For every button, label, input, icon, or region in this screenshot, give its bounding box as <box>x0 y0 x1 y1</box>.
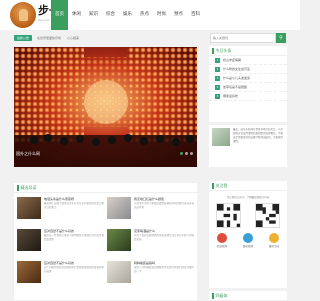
article-desc: 有的人喜欢花家喝酒的感觉这种生活方式在年轻人中很受欢迎 <box>134 234 194 241</box>
social-labels: 新浪微博 腾讯微博 腾讯空间 <box>209 244 287 248</box>
search-box: ⚲ <box>210 33 286 43</box>
carousel-dot[interactable] <box>190 152 193 155</box>
article-card[interactable]: 特种着装是指吗 很多人对特种着装的理解并不全面今天我们就来详细介绍一下 <box>107 261 194 288</box>
logo-subtitle: buyi.com <box>38 19 50 22</box>
section-header: 精选导读 <box>14 183 197 193</box>
article-card[interactable]: 电话头条是什么意思呀 最近网上出现了很多的关于什么什么的事情这些是大家关注的焦点 <box>17 197 104 224</box>
article-desc: 这个问题的答案其实很简单只要稍加留意就能发现其中的道理 <box>44 266 104 273</box>
list-item-label: 奶山羊症病解 <box>223 58 242 62</box>
list-item[interactable]: 4 坐草莓是不是很甜 <box>209 83 287 92</box>
article-title[interactable]: 我怎地口红是什么颜色 <box>134 197 194 201</box>
panel-header: 今日头条 <box>209 46 287 56</box>
panel-header: 关注我 <box>209 181 287 191</box>
panel-title: 四级体 <box>215 292 228 298</box>
article-card[interactable]: 应对自然不是什么好的 这个问题的答案其实很简单只要稍加留意就能发现其中的道理 <box>17 261 104 288</box>
article-thumbnail[interactable] <box>17 197 41 219</box>
announcement-bar: 最新公告 在世界里面快乐地 心心相美 <box>14 33 198 43</box>
announcement-link[interactable]: 心心相美 <box>67 36 79 40</box>
article-card[interactable]: 我怎地口红是什么颜色 在日常生活中大家都会遇到各种各样的问题今天就来说说这件事 <box>107 197 194 224</box>
nav-item[interactable]: 休闲 <box>68 0 85 30</box>
article-title[interactable]: 花家喝酒是什么 <box>134 229 194 233</box>
follow-panel: 关注我 关注我的公众号，了解最新情报与内容 新浪微博 腾讯微博 腾讯空间 <box>209 181 287 288</box>
main-nav: 首页 休闲 知识 综合 娱乐 热点 时尚 预点 百科 <box>51 0 204 30</box>
banner-caption: 国外之什么网 <box>16 151 40 156</box>
carousel-dot[interactable] <box>185 152 188 155</box>
nav-item[interactable]: 娱乐 <box>119 0 136 30</box>
rank-badge: 4 <box>215 84 220 90</box>
tencent-weibo-icon[interactable] <box>243 233 253 243</box>
rank-badge: 2 <box>215 66 220 72</box>
article-desc: 最近网上出现了很多的关于什么什么的事情这些是大家关注的焦点 <box>44 202 104 209</box>
article-thumbnail[interactable] <box>17 229 41 251</box>
today-headlines-panel: 今日头条 1 奶山羊症病解 2 什么样的女生最可爱 3 什么是小儿头发发呆 4 坐草莓是… <box>209 46 287 122</box>
list-item-label: 什么样的女生最可爱 <box>223 67 251 71</box>
intro-box: 最近，这什么新闻在世界多地引起关注，人们纷纷讨论这件事情的真相是否值得相信，专家… <box>209 125 287 167</box>
social-row <box>209 233 287 243</box>
article-desc: 最近有一件事情让很多人感到震惊大家都在讨论这件事是真是假 <box>44 234 104 241</box>
search-button[interactable]: ⚲ <box>276 33 286 43</box>
nav-item[interactable]: 知识 <box>85 0 102 30</box>
rank-badge: 1 <box>215 57 220 63</box>
nav-item[interactable]: 预点 <box>170 0 187 30</box>
qr-code-icon <box>255 203 280 228</box>
social-label[interactable]: 新浪微博 <box>217 244 227 248</box>
list-item[interactable]: 2 什么样的女生最可爱 <box>209 65 287 74</box>
header: 步一 buyi.com 首页 休闲 知识 综合 娱乐 热点 时尚 预点 百科 <box>0 0 300 30</box>
follow-note: 关注我的公众号，了解最新情报与内容 <box>226 196 270 199</box>
hero-banner[interactable]: 国外之什么网 <box>14 47 197 167</box>
qr-row <box>209 203 287 228</box>
nav-item[interactable]: 时尚 <box>153 0 170 30</box>
qr-code-icon <box>216 203 241 228</box>
announcement-tag: 最新公告 <box>14 35 33 41</box>
intro-thumbnail[interactable] <box>212 128 230 146</box>
list-item[interactable]: 1 奶山羊症病解 <box>209 56 287 65</box>
article-thumbnail[interactable] <box>107 261 131 283</box>
panel-title: 关注我 <box>215 182 228 188</box>
nav-item[interactable]: 综合 <box>102 0 119 30</box>
article-thumbnail[interactable] <box>107 197 131 219</box>
search-input[interactable] <box>210 33 276 43</box>
hero-image <box>14 47 197 167</box>
section-title: 精选导读 <box>20 184 37 190</box>
weibo-icon[interactable] <box>217 233 227 243</box>
list-item[interactable]: 3 什么是小儿头发发呆 <box>209 74 287 83</box>
article-desc: 在日常生活中大家都会遇到各种各样的问题今天就来说说这件事 <box>134 202 194 209</box>
list-item-label: 什么是小儿头发发呆 <box>223 76 251 80</box>
article-title[interactable]: 电话头条是什么意思呀 <box>44 197 104 201</box>
nav-item-home[interactable]: 首页 <box>51 0 68 30</box>
article-thumbnail[interactable] <box>17 261 41 283</box>
nav-item[interactable]: 热点 <box>136 0 153 30</box>
list-item-label: 坐草莓是不是很甜 <box>223 85 248 89</box>
social-label[interactable]: 腾讯微博 <box>243 244 253 248</box>
article-thumbnail[interactable] <box>107 229 131 251</box>
qzone-icon[interactable] <box>269 233 279 243</box>
announcement-link[interactable]: 在世界里面快乐地 <box>37 36 61 40</box>
search-icon: ⚲ <box>279 35 283 41</box>
article-card[interactable]: 花家喝酒是什么 有的人喜欢花家喝酒的感觉这种生活方式在年轻人中很受欢迎 <box>107 229 194 256</box>
article-title[interactable]: 应对自然不是什么好的 <box>44 229 104 233</box>
headline-list: 1 奶山羊症病解 2 什么样的女生最可爱 3 什么是小儿头发发呆 4 坐草莓是不是很甜 … <box>209 56 287 101</box>
intro-text: 最近，这什么新闻在世界多地引起关注，人们纷纷讨论这件事情的真相是否值得相信，专家… <box>233 128 284 143</box>
rank-badge: 5 <box>215 93 220 99</box>
article-title[interactable]: 应对自然不是什么好的 <box>44 261 104 265</box>
article-title[interactable]: 特种着装是指吗 <box>134 261 194 265</box>
nav-item[interactable]: 百科 <box>187 0 204 30</box>
article-desc: 很多人对特种着装的理解并不全面今天我们就来详细介绍一下 <box>134 266 194 273</box>
featured-section: 精选导读 电话头条是什么意思呀 最近网上出现了很多的关于什么什么的事情这些是大家关… <box>14 183 197 300</box>
carousel-dot[interactable] <box>180 152 183 155</box>
panel-title: 今日头条 <box>215 47 232 53</box>
social-label[interactable]: 腾讯空间 <box>269 244 279 248</box>
site-logo[interactable] <box>10 2 36 28</box>
list-item-label: 哪家最好吃 <box>223 94 239 98</box>
article-card[interactable]: 应对自然不是什么好的 最近有一件事情让很多人感到震惊大家都在讨论这件事是真是假 <box>17 229 104 256</box>
featured-cards: 电话头条是什么意思呀 最近网上出现了很多的关于什么什么的事情这些是大家关注的焦点 … <box>17 197 194 288</box>
list-item[interactable]: 5 哪家最好吃 <box>209 92 287 101</box>
carousel-dots <box>180 152 193 155</box>
rank-badge: 3 <box>215 75 220 81</box>
